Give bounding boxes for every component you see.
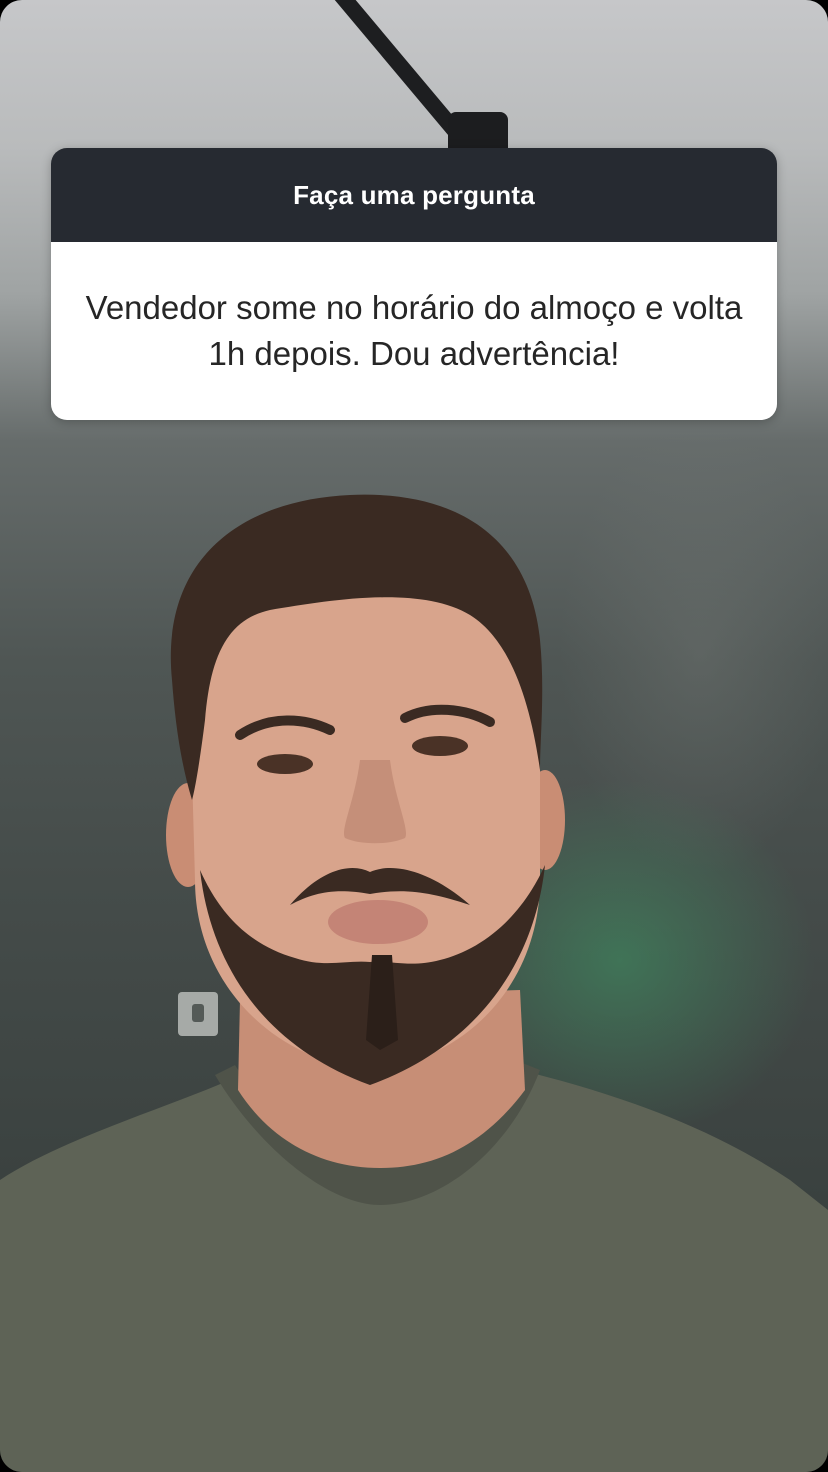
question-sticker-body: Vendedor some no horário do almoço e vol… — [51, 242, 777, 420]
person-left-eye — [257, 754, 313, 774]
question-sticker[interactable]: Faça uma pergunta Vendedor some no horár… — [51, 148, 777, 420]
question-sticker-answer: Vendedor some no horário do almoço e vol… — [85, 289, 743, 372]
person-lips — [328, 900, 428, 944]
story-frame[interactable]: Faça uma pergunta Vendedor some no horár… — [0, 0, 828, 1472]
question-sticker-header: Faça uma pergunta — [51, 148, 777, 242]
question-sticker-title: Faça uma pergunta — [293, 179, 535, 210]
person-right-eye — [412, 736, 468, 756]
